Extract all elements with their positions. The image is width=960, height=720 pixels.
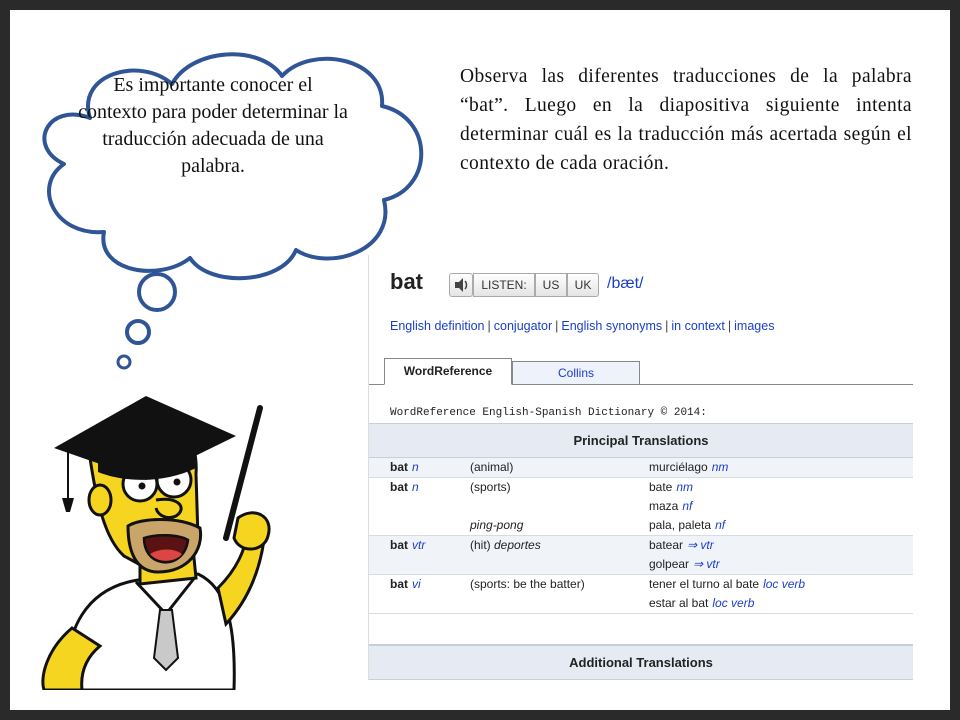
instructions-paragraph: Observa las diferentes traducciones de l…: [460, 66, 912, 174]
translation-pos: ⇒ vtr: [687, 538, 714, 552]
translation-pos: nm: [676, 480, 694, 494]
table-row: bat n (animal) murciélago nm: [369, 458, 913, 478]
table-row: bat n (sports) bate nm maza nf ping-pong pala, p…: [369, 478, 913, 536]
link-separator: |: [665, 319, 669, 333]
term: bat: [390, 460, 408, 474]
translation: tener el turno al bate: [649, 577, 760, 591]
term-pos: vi: [412, 577, 421, 591]
translation-line: estar al bat loc verb: [369, 594, 913, 613]
dictionary-link[interactable]: conjugator: [494, 319, 552, 333]
uk-pronunciation-button[interactable]: UK: [567, 273, 599, 297]
term: bat: [390, 538, 408, 552]
context-italic: deportes: [494, 538, 541, 552]
ipa-pronunciation: /bæt/: [607, 275, 644, 292]
translation: murciélago: [649, 460, 708, 474]
tab-wordreference[interactable]: WordReference: [384, 358, 512, 385]
dictionary-link[interactable]: English synonyms: [561, 319, 662, 333]
translation-pos: nf: [715, 518, 726, 532]
translation-line: maza nf: [369, 497, 913, 516]
table-row: bat vtr (hit) deportes batear ⇒ vtr golpear ⇒ …: [369, 536, 913, 575]
context-text: (animal): [470, 460, 514, 474]
dictionary-link[interactable]: in context: [671, 319, 725, 333]
wordreference-panel: bat LISTEN: US UK /bæt/ English definiti…: [368, 255, 913, 680]
translation-line: bat n (animal) murciélago nm: [369, 458, 913, 477]
thought-bubble-text: Es importante conocer el contexto para p…: [78, 74, 348, 177]
term-cell: bat vi: [390, 575, 421, 594]
translation-line: golpear ⇒ vtr: [369, 555, 913, 574]
translation-line: ping-pong pala, paleta nf: [369, 516, 913, 535]
dictionary-source: WordReference English-Spanish Dictionary…: [390, 407, 707, 419]
dictionary-links: English definition | conjugator | English sy…: [390, 319, 774, 333]
translation-cell: tener el turno al bate loc verb: [649, 575, 805, 594]
context-cell: ping-pong: [470, 516, 523, 535]
dictionary-link[interactable]: English definition: [390, 319, 485, 333]
speaker-icon[interactable]: [449, 273, 473, 297]
homer-professor-illustration: [41, 396, 271, 690]
link-separator: |: [555, 319, 559, 333]
translation: estar al bat: [649, 596, 709, 610]
context-cell: (hit) deportes: [470, 536, 541, 555]
translation-pos: ⇒ vtr: [693, 557, 720, 571]
term-pos: vtr: [412, 538, 426, 552]
tab-collins[interactable]: Collins: [512, 361, 640, 385]
translations-table: Principal Translations bat n (animal) murci…: [369, 423, 913, 680]
principal-translations-heading: Principal Translations: [369, 423, 913, 458]
translation: bate: [649, 480, 673, 494]
context-text: (sports): [470, 480, 511, 494]
translation-pos: nm: [711, 460, 729, 474]
translation-cell: golpear ⇒ vtr: [649, 555, 720, 574]
term-cell: bat n: [390, 458, 419, 477]
translation: maza: [649, 499, 679, 513]
dictionary-tabs: WordReference Collins: [369, 357, 913, 385]
translation-cell: murciélago nm: [649, 458, 728, 477]
link-separator: |: [487, 319, 491, 333]
translation-line: bat vi (sports: be the batter) tener el tur…: [369, 575, 913, 594]
translation-cell: estar al bat loc verb: [649, 594, 754, 613]
translation-line: bat n (sports) bate nm: [369, 478, 913, 497]
translation-cell: batear ⇒ vtr: [649, 536, 714, 555]
translation-pos: loc verb: [712, 596, 755, 610]
context-cell: (sports: be the batter): [470, 575, 585, 594]
context-text: (hit): [470, 538, 494, 552]
slide: Es importante conocer el contexto para p…: [10, 10, 950, 710]
term: bat: [390, 577, 408, 591]
term-cell: bat n: [390, 478, 419, 497]
listen-button[interactable]: LISTEN:: [473, 273, 535, 297]
translation-cell: maza nf: [649, 497, 692, 516]
term: bat: [390, 480, 408, 494]
table-spacer: [369, 614, 913, 645]
context-italic: ping-pong: [470, 518, 524, 532]
translation: golpear: [649, 557, 690, 571]
context-text: (sports: be the batter): [470, 577, 585, 591]
translation-pos: loc verb: [763, 577, 806, 591]
translation: pala, paleta: [649, 518, 712, 532]
term-pos: n: [412, 480, 419, 494]
us-pronunciation-button[interactable]: US: [535, 273, 567, 297]
context-cell: (sports): [470, 478, 511, 497]
translation-pos: nf: [682, 499, 693, 513]
additional-translations-heading: Additional Translations: [369, 645, 913, 680]
link-separator: |: [727, 319, 732, 333]
translation-line: bat vtr (hit) deportes batear ⇒ vtr: [369, 536, 913, 555]
translation-cell: pala, paleta nf: [649, 516, 725, 535]
dictionary-link[interactable]: images: [734, 319, 774, 333]
translation-cell: bate nm: [649, 478, 693, 497]
term-pos: n: [412, 460, 419, 474]
table-row: bat vi (sports: be the batter) tener el tur…: [369, 575, 913, 614]
translation: batear: [649, 538, 684, 552]
context-cell: (animal): [470, 458, 513, 477]
term-cell: bat vtr: [390, 536, 425, 555]
dictionary-headword: bat: [390, 269, 423, 294]
